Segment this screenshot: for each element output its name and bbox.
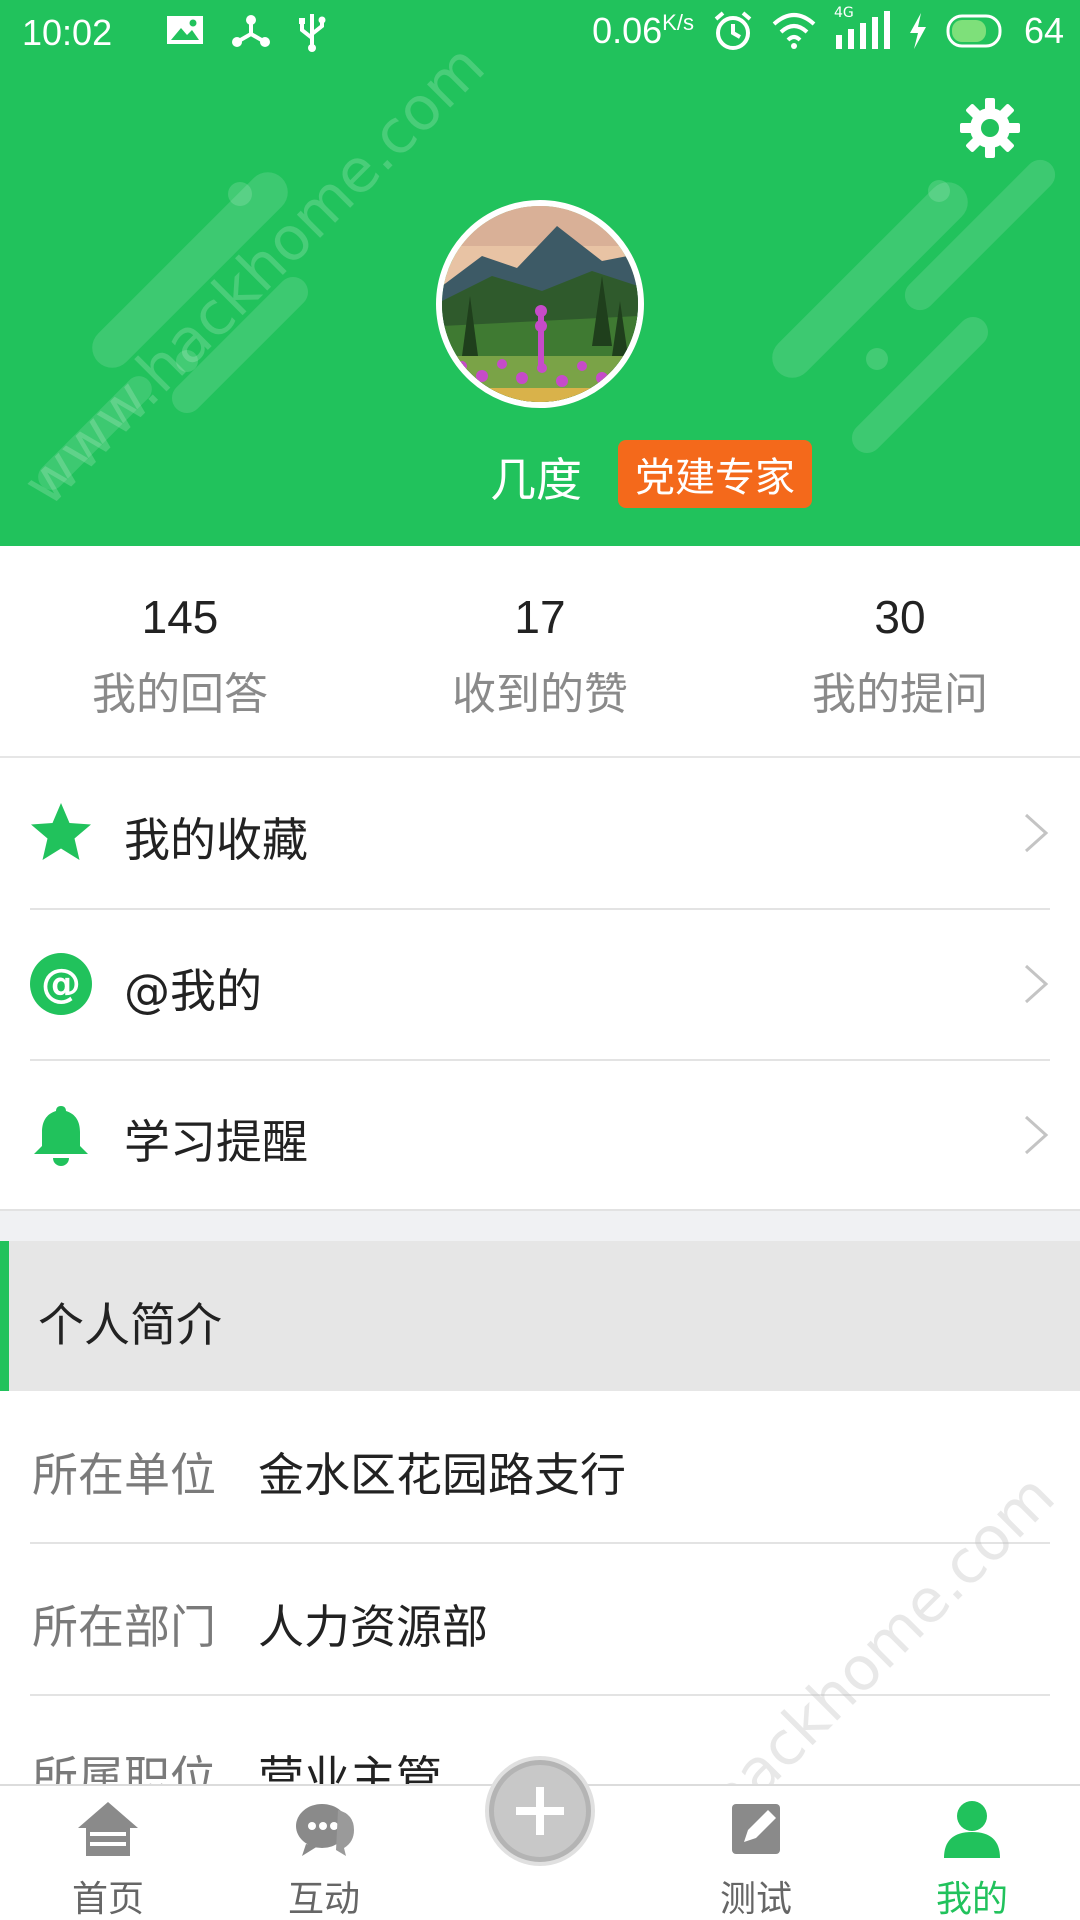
- nav-label: 我的: [935, 1879, 1008, 1920]
- menu-label: 学习提醒: [124, 1115, 308, 1169]
- usb-share-icon: [232, 15, 270, 47]
- stat-answers[interactable]: 145 我的回答: [0, 546, 360, 758]
- info-key: 所在部门: [32, 1600, 216, 1654]
- bell-icon: [34, 1106, 88, 1166]
- status-time: 10:02: [22, 12, 113, 53]
- menu-label: @我的: [124, 964, 262, 1018]
- nav-home[interactable]: 首页: [8, 1786, 208, 1920]
- stat-value: 145: [141, 591, 219, 643]
- home-icon: [78, 1802, 138, 1856]
- battery-level: 64: [1023, 10, 1064, 51]
- usb-icon: [299, 14, 326, 52]
- svg-text:@: @: [41, 961, 81, 1007]
- menu-label: 我的收藏: [124, 813, 308, 867]
- chevron-right-icon: [1024, 964, 1049, 1004]
- header-decoration: [228, 182, 252, 206]
- section-header: 个人简介: [0, 1241, 1080, 1391]
- chat-icon: [296, 1804, 354, 1856]
- section-gap: [0, 1209, 1080, 1241]
- menu-item-favorites[interactable]: 我的收藏: [0, 758, 1080, 908]
- alarm-icon: [714, 11, 752, 50]
- profile-header: www.hackhome.com 10:02 0.06K/s 4G 64 几度 …: [0, 0, 1080, 546]
- stats-bar: 145 我的回答 17 收到的赞 30 我的提问: [0, 546, 1080, 758]
- nav-mine[interactable]: 我的: [872, 1786, 1072, 1920]
- stat-label: 收到的赞: [452, 669, 628, 720]
- chevron-right-icon: [1024, 813, 1049, 853]
- nav-test[interactable]: 测试: [656, 1786, 856, 1920]
- info-value: 人力资源部: [258, 1600, 488, 1654]
- add-icon: [516, 1787, 564, 1835]
- stat-value: 17: [514, 591, 566, 643]
- header-decoration: [866, 348, 888, 370]
- net-unit: K/s: [662, 10, 694, 35]
- info-key: 所属职位: [32, 1751, 216, 1784]
- menu-item-mentions[interactable]: @ @我的: [0, 909, 1080, 1059]
- stat-label: 我的提问: [812, 669, 988, 720]
- username: 几度: [490, 453, 582, 507]
- section-title: 个人简介: [38, 1298, 222, 1352]
- add-button[interactable]: [489, 1760, 591, 1862]
- watermark: www.hackhome.com: [10, 31, 499, 520]
- header-decoration: [845, 310, 995, 460]
- stat-value: 30: [874, 591, 926, 643]
- image-notification-icon: [167, 16, 203, 44]
- info-value: 营业主管: [258, 1751, 442, 1784]
- nav-label: 测试: [719, 1879, 792, 1920]
- signal-icon: 4G: [834, 5, 890, 51]
- avatar-image: [442, 206, 638, 402]
- status-bar: 10:02 0.06K/s 4G 64: [0, 0, 1080, 66]
- stat-questions[interactable]: 30 我的提问: [720, 546, 1080, 758]
- network-type: 4G: [833, 5, 854, 21]
- avatar[interactable]: [436, 200, 644, 408]
- charging-icon: [909, 13, 926, 49]
- user-icon: [944, 1801, 1000, 1858]
- wifi-icon: [772, 13, 816, 49]
- net-speed: 0.06K/s: [592, 10, 694, 51]
- info-row-unit: 所在单位 金水区花园路支行: [0, 1391, 1080, 1541]
- info-value: 金水区花园路支行: [258, 1448, 626, 1502]
- menu-item-study-reminder[interactable]: 学习提醒: [0, 1060, 1080, 1210]
- battery-icon: [946, 14, 1002, 48]
- nav-label: 互动: [287, 1879, 360, 1920]
- gear-icon: [960, 98, 1020, 158]
- info-key: 所在单位: [32, 1448, 216, 1502]
- nav-interact[interactable]: 互动: [224, 1786, 424, 1920]
- edit-icon: [732, 1804, 780, 1854]
- section-accent: [0, 1241, 9, 1391]
- header-decoration: [928, 180, 950, 202]
- stat-likes[interactable]: 17 收到的赞: [360, 546, 720, 758]
- stat-label: 我的回答: [92, 669, 268, 720]
- nav-label: 首页: [71, 1879, 144, 1920]
- role-badge: 党建专家: [618, 440, 812, 508]
- chevron-right-icon: [1024, 1115, 1049, 1155]
- at-icon: @: [30, 953, 92, 1015]
- settings-button[interactable]: [958, 96, 1022, 160]
- star-icon: [31, 803, 91, 860]
